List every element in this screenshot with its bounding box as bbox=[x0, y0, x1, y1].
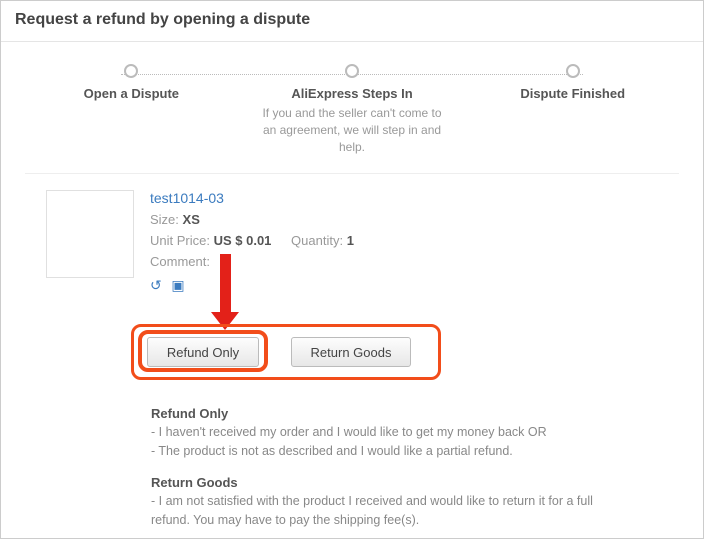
size-value: XS bbox=[183, 212, 200, 227]
desc-line: - The product is not as described and I … bbox=[151, 442, 633, 461]
dispute-panel: Request a refund by opening a dispute Op… bbox=[0, 0, 704, 539]
quantity-value: 1 bbox=[347, 233, 354, 248]
panel-title: Request a refund by opening a dispute bbox=[15, 11, 689, 29]
refresh-icon[interactable]: ↺ bbox=[150, 277, 162, 293]
product-info: test1014-03 Size: XS Unit Price: US $ 0.… bbox=[150, 190, 679, 294]
step-label: AliExpress Steps In bbox=[242, 86, 463, 101]
unit-price-label: Unit Price: bbox=[150, 233, 210, 248]
step-aliexpress-steps-in: AliExpress Steps In If you and the selle… bbox=[242, 64, 463, 155]
step-dispute-finished: Dispute Finished bbox=[462, 64, 683, 155]
desc-line: - I am not satisfied with the product I … bbox=[151, 492, 633, 530]
desc-line: - I haven't received my order and I woul… bbox=[151, 423, 633, 442]
desc-title: Return Goods bbox=[151, 475, 633, 490]
step-label: Open a Dispute bbox=[21, 86, 242, 101]
camera-icon[interactable]: ▣ bbox=[171, 277, 184, 293]
progress-steps: Open a Dispute AliExpress Steps In If yo… bbox=[1, 42, 703, 155]
product-icons: ↺ ▣ bbox=[150, 277, 679, 294]
refund-only-button[interactable]: Refund Only bbox=[147, 337, 259, 367]
step-open-dispute: Open a Dispute bbox=[21, 64, 242, 155]
action-buttons-area: Refund Only Return Goods bbox=[131, 302, 703, 392]
product-row: test1014-03 Size: XS Unit Price: US $ 0.… bbox=[1, 174, 703, 294]
quantity-label: Quantity: bbox=[291, 233, 343, 248]
return-goods-description: Return Goods - I am not satisfied with t… bbox=[151, 475, 633, 530]
step-sublabel: If you and the seller can't come to an a… bbox=[242, 105, 463, 155]
unit-price-value: US $ 0.01 bbox=[214, 233, 272, 248]
step-circle-icon bbox=[566, 64, 580, 78]
step-circle-icon bbox=[124, 64, 138, 78]
size-label: Size: bbox=[150, 212, 179, 227]
product-name-link[interactable]: test1014-03 bbox=[150, 190, 679, 206]
step-circle-icon bbox=[345, 64, 359, 78]
comment-label: Comment: bbox=[150, 254, 210, 269]
desc-title: Refund Only bbox=[151, 406, 633, 421]
options-description: Refund Only - I haven't received my orde… bbox=[151, 406, 633, 529]
product-thumbnail bbox=[46, 190, 134, 278]
refund-only-description: Refund Only - I haven't received my orde… bbox=[151, 406, 633, 461]
panel-header: Request a refund by opening a dispute bbox=[1, 1, 703, 42]
step-label: Dispute Finished bbox=[462, 86, 683, 101]
return-goods-button[interactable]: Return Goods bbox=[291, 337, 411, 367]
